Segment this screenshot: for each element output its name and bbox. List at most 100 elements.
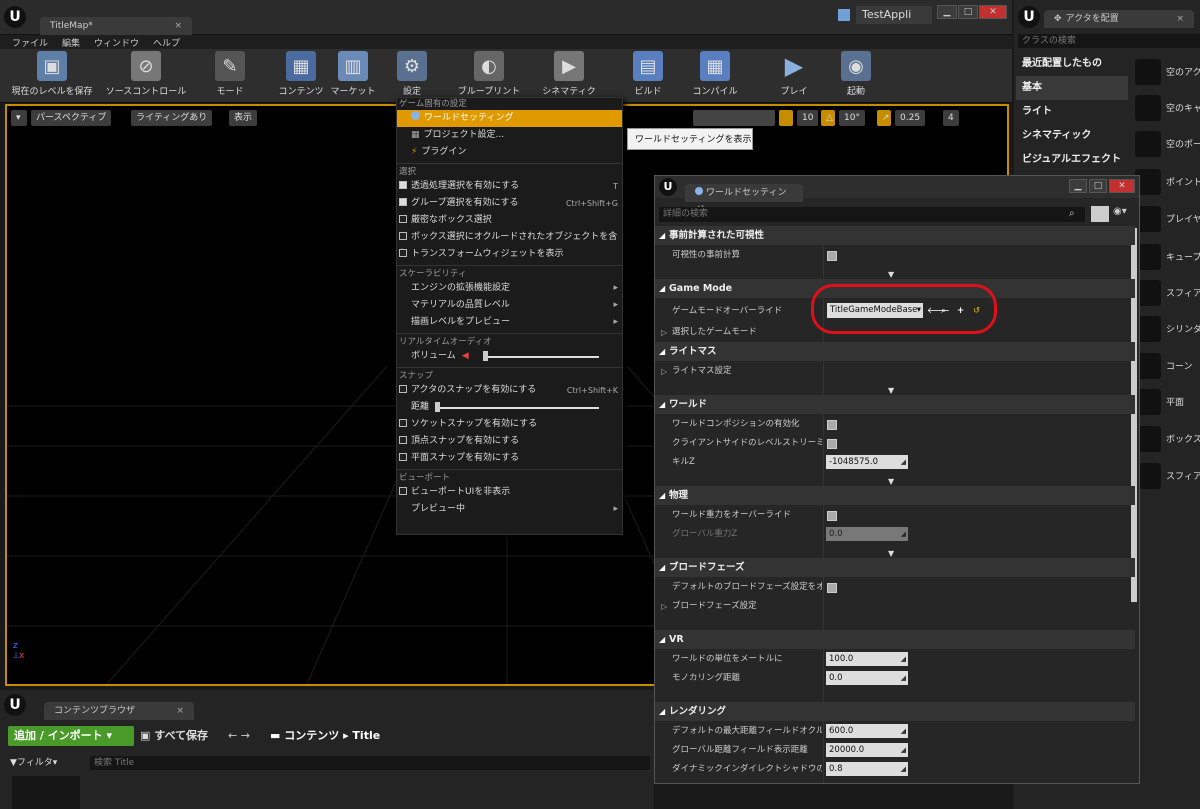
- content-search-input[interactable]: 検索 Title: [90, 756, 650, 770]
- checkbox[interactable]: [399, 487, 407, 495]
- property-checkbox[interactable]: [827, 583, 837, 593]
- property-group[interactable]: ▷ ライトマス設定: [655, 362, 1135, 381]
- play-button[interactable]: ▶ プレイ: [776, 51, 812, 97]
- menu-item-engine-scalability[interactable]: エンジンの拡張機能設定 ▸: [397, 280, 622, 297]
- level-tab[interactable]: TitleMap* ×: [40, 17, 192, 35]
- category-header[interactable]: ◢ レンダリング: [655, 702, 1135, 721]
- menu-item-world-settings[interactable]: ワールドセッティング: [397, 110, 622, 127]
- content-button[interactable]: ▦ コンテンツ: [276, 51, 326, 97]
- advanced-expander[interactable]: ▼: [655, 381, 1135, 395]
- actor-item[interactable]: ボックス: [1130, 420, 1200, 458]
- checkbox[interactable]: [399, 453, 407, 461]
- distance-slider[interactable]: [437, 407, 599, 409]
- menu-item-hide-viewport-ui[interactable]: ビューポートUIを非表示: [397, 484, 622, 501]
- menu-item-actor-snap[interactable]: アクタのスナップを有効にする Ctrl+Shift+K: [397, 382, 622, 399]
- category-header[interactable]: ◢ ワールド: [655, 395, 1135, 414]
- minimize-button[interactable]: ▁: [937, 5, 957, 19]
- menu-item-group-select[interactable]: グループ選択を有効にする Ctrl+Shift+G: [397, 195, 622, 212]
- property-checkbox[interactable]: [827, 420, 837, 430]
- menu-item-vertex-snap[interactable]: 頂点スナップを有効にする: [397, 433, 622, 450]
- grid-snap-icon[interactable]: [779, 110, 793, 126]
- maximize-button[interactable]: □: [958, 5, 978, 19]
- category-header[interactable]: ◢ 事前計算された可視性: [655, 226, 1135, 245]
- close-tab-icon[interactable]: ×: [176, 702, 184, 720]
- transform-tools[interactable]: [693, 110, 775, 126]
- world-settings-tab[interactable]: ワールドセッティング: [685, 184, 803, 216]
- distance-slider-handle[interactable]: [435, 402, 440, 412]
- lighting-button[interactable]: ライティングあり: [131, 110, 213, 126]
- checkbox[interactable]: [399, 385, 407, 393]
- volume-slider-handle[interactable]: [483, 351, 488, 361]
- actor-item[interactable]: キューブ: [1130, 238, 1200, 276]
- actor-item[interactable]: スフィア: [1130, 457, 1200, 495]
- class-search-input[interactable]: クラスの検索: [1018, 34, 1200, 48]
- checkbox[interactable]: [399, 419, 407, 427]
- actor-item[interactable]: スフィア: [1130, 274, 1200, 312]
- menu-edit[interactable]: 編集: [62, 36, 80, 49]
- breadcrumb-current[interactable]: Title: [352, 729, 380, 742]
- actor-item[interactable]: 空のキャ: [1130, 89, 1200, 127]
- checkbox[interactable]: [399, 232, 407, 240]
- scale-snap-value[interactable]: 0.25: [895, 110, 926, 126]
- numeric-field[interactable]: -1048575.0: [826, 455, 908, 469]
- advanced-expander[interactable]: ▼: [655, 544, 1135, 558]
- numeric-field[interactable]: 600.0: [826, 724, 908, 738]
- place-actors-tab[interactable]: ✥ アクタを配置 ×: [1044, 10, 1194, 28]
- checkbox[interactable]: [399, 215, 407, 223]
- perspective-button[interactable]: パースペクティブ: [31, 110, 112, 126]
- category-header[interactable]: ◢ ライトマス: [655, 342, 1135, 361]
- advanced-expander[interactable]: ▼: [655, 265, 1135, 279]
- actor-item[interactable]: ポイント: [1130, 163, 1200, 201]
- close-tab-icon[interactable]: ×: [1176, 10, 1184, 28]
- numeric-field[interactable]: 0.8: [826, 762, 908, 776]
- rotation-snap-icon[interactable]: △: [821, 110, 835, 126]
- menu-item-show-transform-widget[interactable]: トランスフォームウィジェットを表示: [397, 246, 622, 263]
- save-level-button[interactable]: ▣ 現在のレベルを保存: [8, 51, 96, 97]
- category-visual-effects[interactable]: ビジュアルエフェクト: [1016, 148, 1128, 172]
- add-import-button[interactable]: 追加 / インポート ▾: [8, 726, 134, 746]
- actor-item[interactable]: 空のポー: [1130, 125, 1200, 163]
- actor-item[interactable]: プレイヤ: [1130, 200, 1200, 238]
- close-tab-icon[interactable]: ×: [174, 17, 182, 35]
- menu-item-plane-snap[interactable]: 平面スナップを有効にする: [397, 450, 622, 467]
- compile-button[interactable]: ▦ コンパイル: [692, 51, 738, 97]
- menu-item-previewing[interactable]: プレビュー中 ▸: [397, 501, 622, 518]
- advanced-expander[interactable]: ▼: [655, 472, 1135, 486]
- property-checkbox[interactable]: [827, 511, 837, 521]
- filter-button[interactable]: ▼フィルタ▾: [10, 756, 57, 770]
- actor-item[interactable]: シリンダ: [1130, 310, 1200, 348]
- menu-window[interactable]: ウィンドウ: [94, 36, 139, 49]
- actor-item[interactable]: 空のアク: [1130, 53, 1200, 91]
- numeric-field[interactable]: 20000.0: [826, 743, 908, 757]
- menu-item-preview-rendering-level[interactable]: 描画レベルをプレビュー ▸: [397, 314, 622, 331]
- category-recent[interactable]: 最近配置したもの: [1016, 52, 1128, 76]
- menu-file[interactable]: ファイル: [12, 36, 48, 49]
- volume-slider[interactable]: [485, 356, 599, 358]
- checkbox[interactable]: [399, 198, 407, 206]
- details-search-input[interactable]: 詳細の検索: [659, 207, 1085, 222]
- property-matrix-icon[interactable]: [1091, 206, 1109, 222]
- maximize-button[interactable]: □: [1089, 179, 1107, 193]
- menu-item-material-quality[interactable]: マテリアルの品質レベル ▸: [397, 297, 622, 314]
- menu-item-box-select-occluded[interactable]: ボックス選択にオクルードされたオブジェクトを含む: [397, 229, 622, 259]
- viewport-options-button[interactable]: ▾: [11, 110, 27, 126]
- checkbox[interactable]: [399, 436, 407, 444]
- asset-thumbnail[interactable]: [12, 776, 80, 809]
- history-arrows[interactable]: ← →: [228, 726, 250, 746]
- menu-item-translucent-select[interactable]: 透過処理選択を有効にする T: [397, 178, 622, 195]
- actor-item[interactable]: 平面: [1130, 383, 1200, 421]
- marketplace-button[interactable]: ▥ マーケット: [330, 51, 376, 97]
- close-window-button[interactable]: ✕: [1109, 179, 1135, 193]
- category-header[interactable]: ◢ VR: [655, 630, 1135, 649]
- category-header[interactable]: ◢ 物理: [655, 486, 1135, 505]
- blueprints-button[interactable]: ◐ ブループリント: [456, 51, 522, 97]
- numeric-field[interactable]: 100.0: [826, 652, 908, 666]
- save-all-button[interactable]: ▣ すべて保存: [140, 726, 208, 746]
- menu-item-plugins[interactable]: ⚡ プラグイン: [397, 144, 622, 161]
- property-checkbox[interactable]: [827, 251, 837, 261]
- menu-item-strict-box-select[interactable]: 厳密なボックス選択: [397, 212, 622, 229]
- modes-button[interactable]: ✎ モード: [208, 51, 252, 97]
- scale-snap-icon[interactable]: ↗: [877, 110, 891, 126]
- menu-item-snap-distance[interactable]: 距離: [397, 399, 622, 416]
- category-basic[interactable]: 基本: [1016, 76, 1128, 100]
